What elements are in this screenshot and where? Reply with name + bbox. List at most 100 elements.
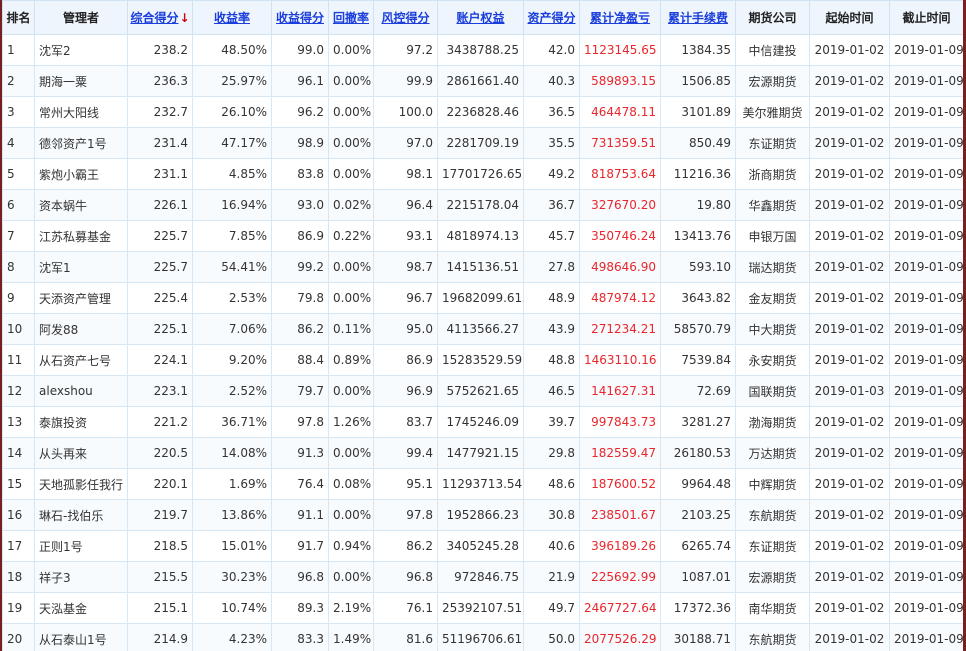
- cell-broker: 华鑫期货: [735, 189, 810, 221]
- cell-drawdown: 0.00%: [328, 375, 374, 407]
- cell-return-score: 76.4: [271, 468, 329, 500]
- cell-risk-score: 96.8: [373, 561, 438, 593]
- cell-net-profit: 2077526.29: [579, 623, 661, 651]
- cell-manager-name[interactable]: 沈军1: [34, 251, 128, 283]
- cell-score: 226.1: [127, 189, 193, 221]
- cell-start-date: 2019-01-02: [809, 96, 890, 128]
- cell-manager-name[interactable]: 天添资产管理: [34, 282, 128, 314]
- sort-equity[interactable]: 账户权益: [437, 0, 524, 35]
- cell-fees: 3101.89: [660, 96, 736, 128]
- sort-drawdown[interactable]: 回撤率: [328, 0, 374, 35]
- cell-manager-name[interactable]: 从石资产七号: [34, 344, 128, 376]
- cell-broker: 中大期货: [735, 313, 810, 345]
- cell-manager-name[interactable]: 德邻资产1号: [34, 127, 128, 159]
- cell-manager-name[interactable]: 从石泰山1号: [34, 623, 128, 651]
- cell-score: 236.3: [127, 65, 193, 97]
- cell-net-profit: 187600.52: [579, 468, 661, 500]
- cell-end-date: 2019-01-09: [889, 530, 963, 562]
- cell-start-date: 2019-01-02: [809, 437, 890, 469]
- cell-return-score: 99.0: [271, 34, 329, 66]
- cell-drawdown: 0.00%: [328, 561, 374, 593]
- cell-manager-name[interactable]: 祥子3: [34, 561, 128, 593]
- cell-manager-name[interactable]: 琳石-找伯乐: [34, 499, 128, 531]
- cell-return-score: 79.8: [271, 282, 329, 314]
- cell-end-date: 2019-01-09: [889, 189, 963, 221]
- cell-rank: 4: [2, 127, 35, 159]
- table-row: 19 天泓基金 215.1 10.74% 89.3 2.19% 76.1 25392107.5…: [2, 592, 963, 624]
- table-row: 14 从头再来 220.5 14.08% 91.3 0.00% 99.4 1477921.15…: [2, 437, 963, 469]
- cell-equity: 1477921.15: [437, 437, 524, 469]
- cell-return-score: 86.9: [271, 220, 329, 252]
- cell-net-profit: 238501.67: [579, 499, 661, 531]
- cell-return-score: 98.9: [271, 127, 329, 159]
- cell-end-date: 2019-01-09: [889, 437, 963, 469]
- cell-fees: 3281.27: [660, 406, 736, 438]
- cell-manager-name[interactable]: 泰旗投资: [34, 406, 128, 438]
- cell-broker: 南华期货: [735, 592, 810, 624]
- cell-net-profit: 818753.64: [579, 158, 661, 190]
- cell-rank: 19: [2, 592, 35, 624]
- cell-asset-score: 45.7: [523, 220, 580, 252]
- cell-risk-score: 96.4: [373, 189, 438, 221]
- cell-score: 225.7: [127, 220, 193, 252]
- cell-score: 232.7: [127, 96, 193, 128]
- cell-rank: 14: [2, 437, 35, 469]
- cell-manager-name[interactable]: 正则1号: [34, 530, 128, 562]
- cell-asset-score: 40.6: [523, 530, 580, 562]
- cell-broker: 东证期货: [735, 127, 810, 159]
- cell-drawdown: 0.00%: [328, 499, 374, 531]
- cell-score: 214.9: [127, 623, 193, 651]
- cell-equity: 1952866.23: [437, 499, 524, 531]
- cell-manager-name[interactable]: 紫炮小霸王: [34, 158, 128, 190]
- cell-end-date: 2019-01-09: [889, 344, 963, 376]
- cell-asset-score: 42.0: [523, 34, 580, 66]
- cell-return: 16.94%: [192, 189, 272, 221]
- cell-asset-score: 49.2: [523, 158, 580, 190]
- cell-rank: 7: [2, 220, 35, 252]
- cell-score: 224.1: [127, 344, 193, 376]
- sort-return[interactable]: 收益率: [192, 0, 272, 35]
- cell-drawdown: 0.00%: [328, 127, 374, 159]
- cell-start-date: 2019-01-02: [809, 65, 890, 97]
- cell-risk-score: 83.7: [373, 406, 438, 438]
- cell-manager-name[interactable]: 沈军2: [34, 34, 128, 66]
- cell-start-date: 2019-01-03: [809, 375, 890, 407]
- sort-net-profit[interactable]: 累计净盈亏: [579, 0, 661, 35]
- cell-fees: 26180.53: [660, 437, 736, 469]
- sort-fees[interactable]: 累计手续费: [660, 0, 736, 35]
- cell-rank: 9: [2, 282, 35, 314]
- cell-manager-name[interactable]: alexshou: [34, 375, 128, 407]
- cell-manager-name[interactable]: 阿发88: [34, 313, 128, 345]
- cell-manager-name[interactable]: 常州大阳线: [34, 96, 128, 128]
- cell-asset-score: 48.9: [523, 282, 580, 314]
- cell-end-date: 2019-01-09: [889, 313, 963, 345]
- cell-net-profit: 271234.21: [579, 313, 661, 345]
- sort-score[interactable]: 综合得分↓: [127, 0, 193, 35]
- sort-asset-score[interactable]: 资产得分: [523, 0, 580, 35]
- cell-net-profit: 589893.15: [579, 65, 661, 97]
- cell-risk-score: 95.0: [373, 313, 438, 345]
- cell-rank: 12: [2, 375, 35, 407]
- cell-manager-name[interactable]: 江苏私募基金: [34, 220, 128, 252]
- cell-score: 221.2: [127, 406, 193, 438]
- cell-drawdown: 0.08%: [328, 468, 374, 500]
- cell-end-date: 2019-01-09: [889, 65, 963, 97]
- cell-broker: 瑞达期货: [735, 251, 810, 283]
- cell-return-score: 88.4: [271, 344, 329, 376]
- cell-manager-name[interactable]: 资本蜗牛: [34, 189, 128, 221]
- sort-return-score[interactable]: 收益得分: [271, 0, 329, 35]
- col-rank: 排名: [2, 0, 35, 35]
- cell-drawdown: 2.19%: [328, 592, 374, 624]
- cell-return-score: 86.2: [271, 313, 329, 345]
- cell-manager-name[interactable]: 天泓基金: [34, 592, 128, 624]
- sort-risk-score[interactable]: 风控得分: [373, 0, 438, 35]
- cell-manager-name[interactable]: 期海一粟: [34, 65, 128, 97]
- cell-net-profit: 1123145.65: [579, 34, 661, 66]
- cell-manager-name[interactable]: 天地孤影任我行: [34, 468, 128, 500]
- cell-score: 238.2: [127, 34, 193, 66]
- cell-broker: 万达期货: [735, 437, 810, 469]
- cell-risk-score: 100.0: [373, 96, 438, 128]
- cell-drawdown: 0.11%: [328, 313, 374, 345]
- cell-manager-name[interactable]: 从头再来: [34, 437, 128, 469]
- cell-rank: 16: [2, 499, 35, 531]
